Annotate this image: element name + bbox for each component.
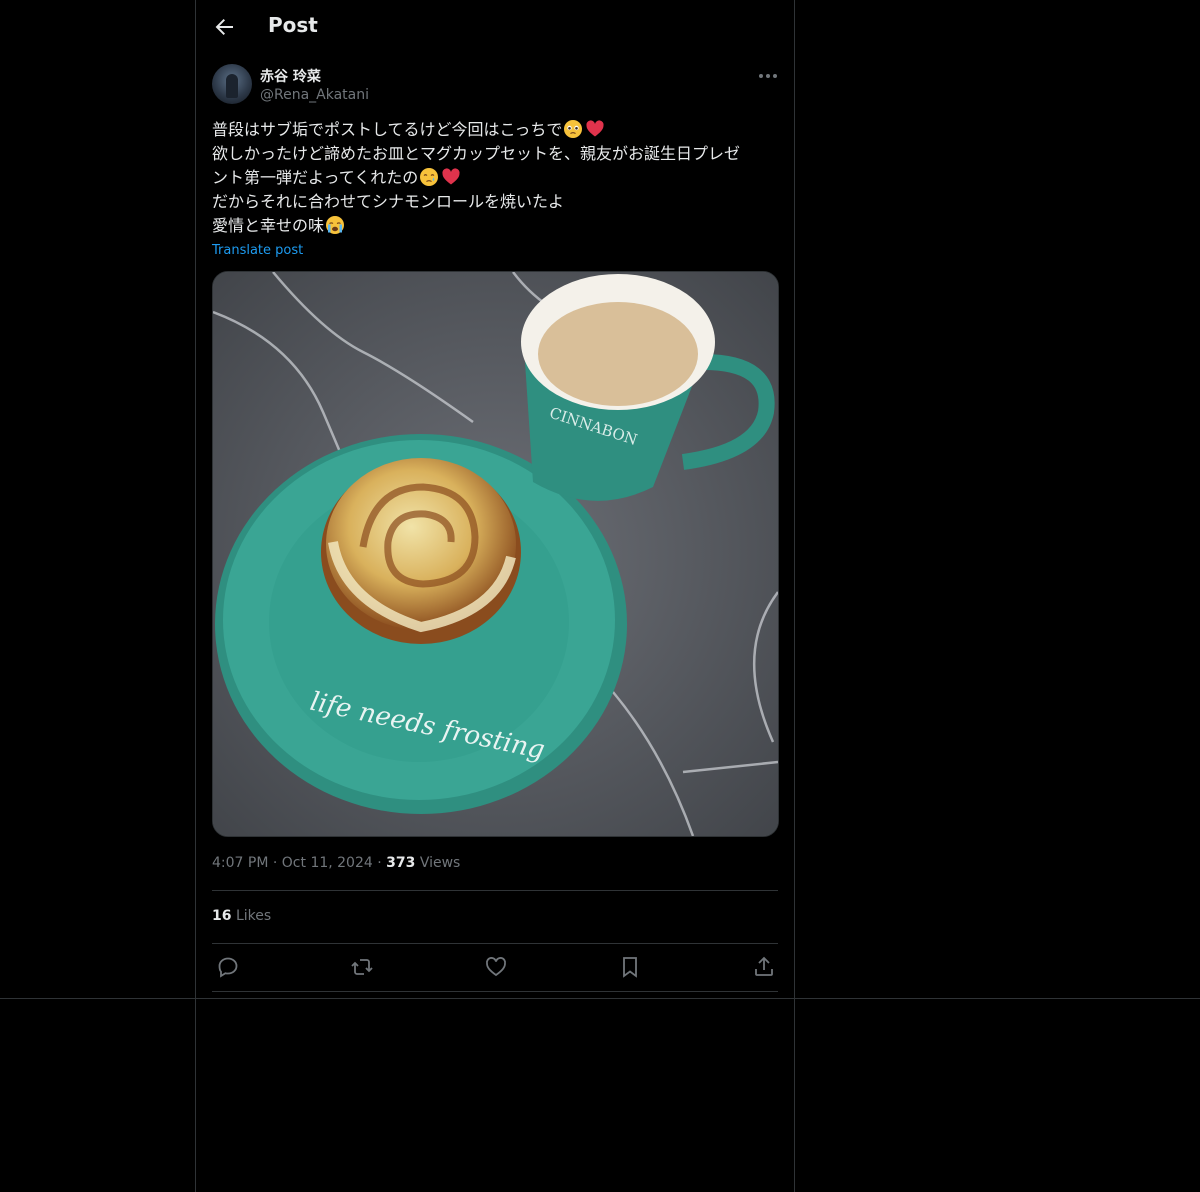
- likes-count: 16: [212, 908, 232, 924]
- post-date[interactable]: Oct 11, 2024: [282, 855, 373, 871]
- loudly-crying-face-icon: [326, 216, 345, 234]
- post-line: 欲しかったけど諦めたお皿とマグカップセットを、親友がお誕生日プレゼ: [212, 144, 741, 163]
- like-icon[interactable]: [484, 955, 508, 979]
- avatar[interactable]: [212, 64, 252, 104]
- heart-icon: [586, 120, 604, 137]
- post-line: 愛情と幸せの味: [212, 214, 778, 238]
- heart-icon: [442, 168, 460, 185]
- likes-stat[interactable]: 16 Likes: [212, 908, 271, 924]
- back-arrow-icon[interactable]: [212, 15, 236, 39]
- top-bar: Post: [196, 0, 794, 53]
- repost-icon[interactable]: [350, 955, 374, 979]
- crying-face-icon: [420, 168, 439, 186]
- post-line: 普段はサブ垢でポストしてるけど今回はこっちで: [212, 118, 778, 142]
- post-image[interactable]: life needs frosting CINNABON: [212, 271, 779, 837]
- cinnamon-roll-photo: life needs frosting CINNABON: [213, 272, 778, 836]
- post-time[interactable]: 4:07 PM: [212, 855, 268, 871]
- post-line: だからそれに合わせてシナモンロールを焼いたよ: [212, 192, 565, 211]
- divider: [212, 890, 778, 891]
- likes-label: Likes: [235, 908, 272, 924]
- bookmark-icon[interactable]: [618, 955, 642, 979]
- translate-post-link[interactable]: Translate post: [212, 243, 303, 258]
- divider: [212, 943, 778, 944]
- more-icon[interactable]: [756, 64, 780, 88]
- post-text: 普段はサブ垢でポストしてるけど今回はこっちで 欲しかったけど諦めたお皿とマグカッ…: [212, 118, 778, 238]
- share-icon[interactable]: [752, 955, 776, 979]
- views-count: 373: [386, 855, 416, 871]
- post-line: ント第一弾だよってくれたの: [212, 166, 778, 190]
- divider: [212, 991, 778, 992]
- reply-icon[interactable]: [216, 955, 240, 979]
- main-column: Post 赤谷 玲菜 @Rena_Akatani 普段はサブ垢でポストしてるけど…: [195, 0, 795, 1192]
- author-name[interactable]: 赤谷 玲菜: [260, 66, 321, 86]
- page-title: Post: [268, 13, 318, 37]
- pleading-face-icon: [564, 120, 583, 138]
- views-label: Views: [419, 855, 461, 871]
- post-meta: 4:07 PM · Oct 11, 2024 · 373 Views: [212, 855, 461, 871]
- author-handle[interactable]: @Rena_Akatani: [260, 87, 369, 103]
